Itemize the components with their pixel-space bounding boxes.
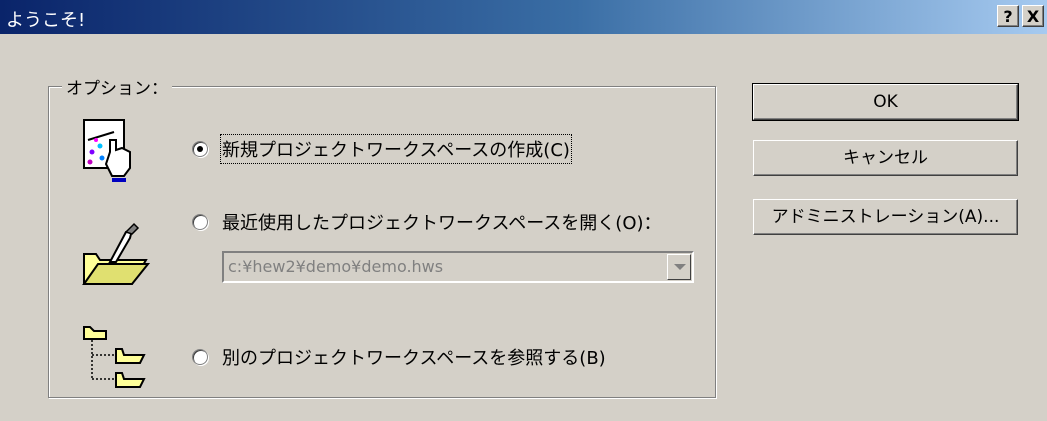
radio-browse[interactable]: 別のプロジェクトワークスペースを参照する(B) <box>192 344 606 370</box>
recent-workspace-select[interactable]: c:¥hew2¥demo¥demo.hws <box>222 251 694 283</box>
new-document-wand-icon <box>83 119 131 182</box>
radio-new-workspace[interactable]: 新規プロジェクトワークスペースの作成(C) <box>192 134 572 164</box>
radio-label-new-workspace[interactable]: 新規プロジェクトワークスペースの作成(C) <box>220 134 572 164</box>
radio-label-browse[interactable]: 別のプロジェクトワークスペースを参照する(B) <box>222 344 606 370</box>
radio-open-recent[interactable]: 最近使用したプロジェクトワークスペースを開く(O)： <box>192 209 662 235</box>
cancel-button[interactable]: キャンセル <box>753 140 1018 176</box>
folder-tree-icon <box>83 326 146 388</box>
help-button[interactable]: ? <box>997 5 1019 27</box>
title-bar: ようこそ! ? X <box>0 0 1047 34</box>
radio-button-new-workspace[interactable] <box>192 141 208 157</box>
radio-button-open-recent[interactable] <box>192 214 208 230</box>
ok-button[interactable]: OK <box>752 83 1019 121</box>
window-title: ようこそ! <box>6 10 86 31</box>
close-button[interactable]: X <box>1022 5 1044 27</box>
open-folder-icon <box>82 222 151 285</box>
administration-button[interactable]: アドミニストレーション(A)... <box>753 199 1018 235</box>
recent-workspace-path: c:¥hew2¥demo¥demo.hws <box>228 257 444 276</box>
radio-button-browse[interactable] <box>192 349 208 365</box>
options-group-label: オプション： <box>62 74 172 99</box>
radio-label-open-recent[interactable]: 最近使用したプロジェクトワークスペースを開く(O)： <box>222 209 662 235</box>
chevron-down-icon[interactable] <box>667 254 691 280</box>
